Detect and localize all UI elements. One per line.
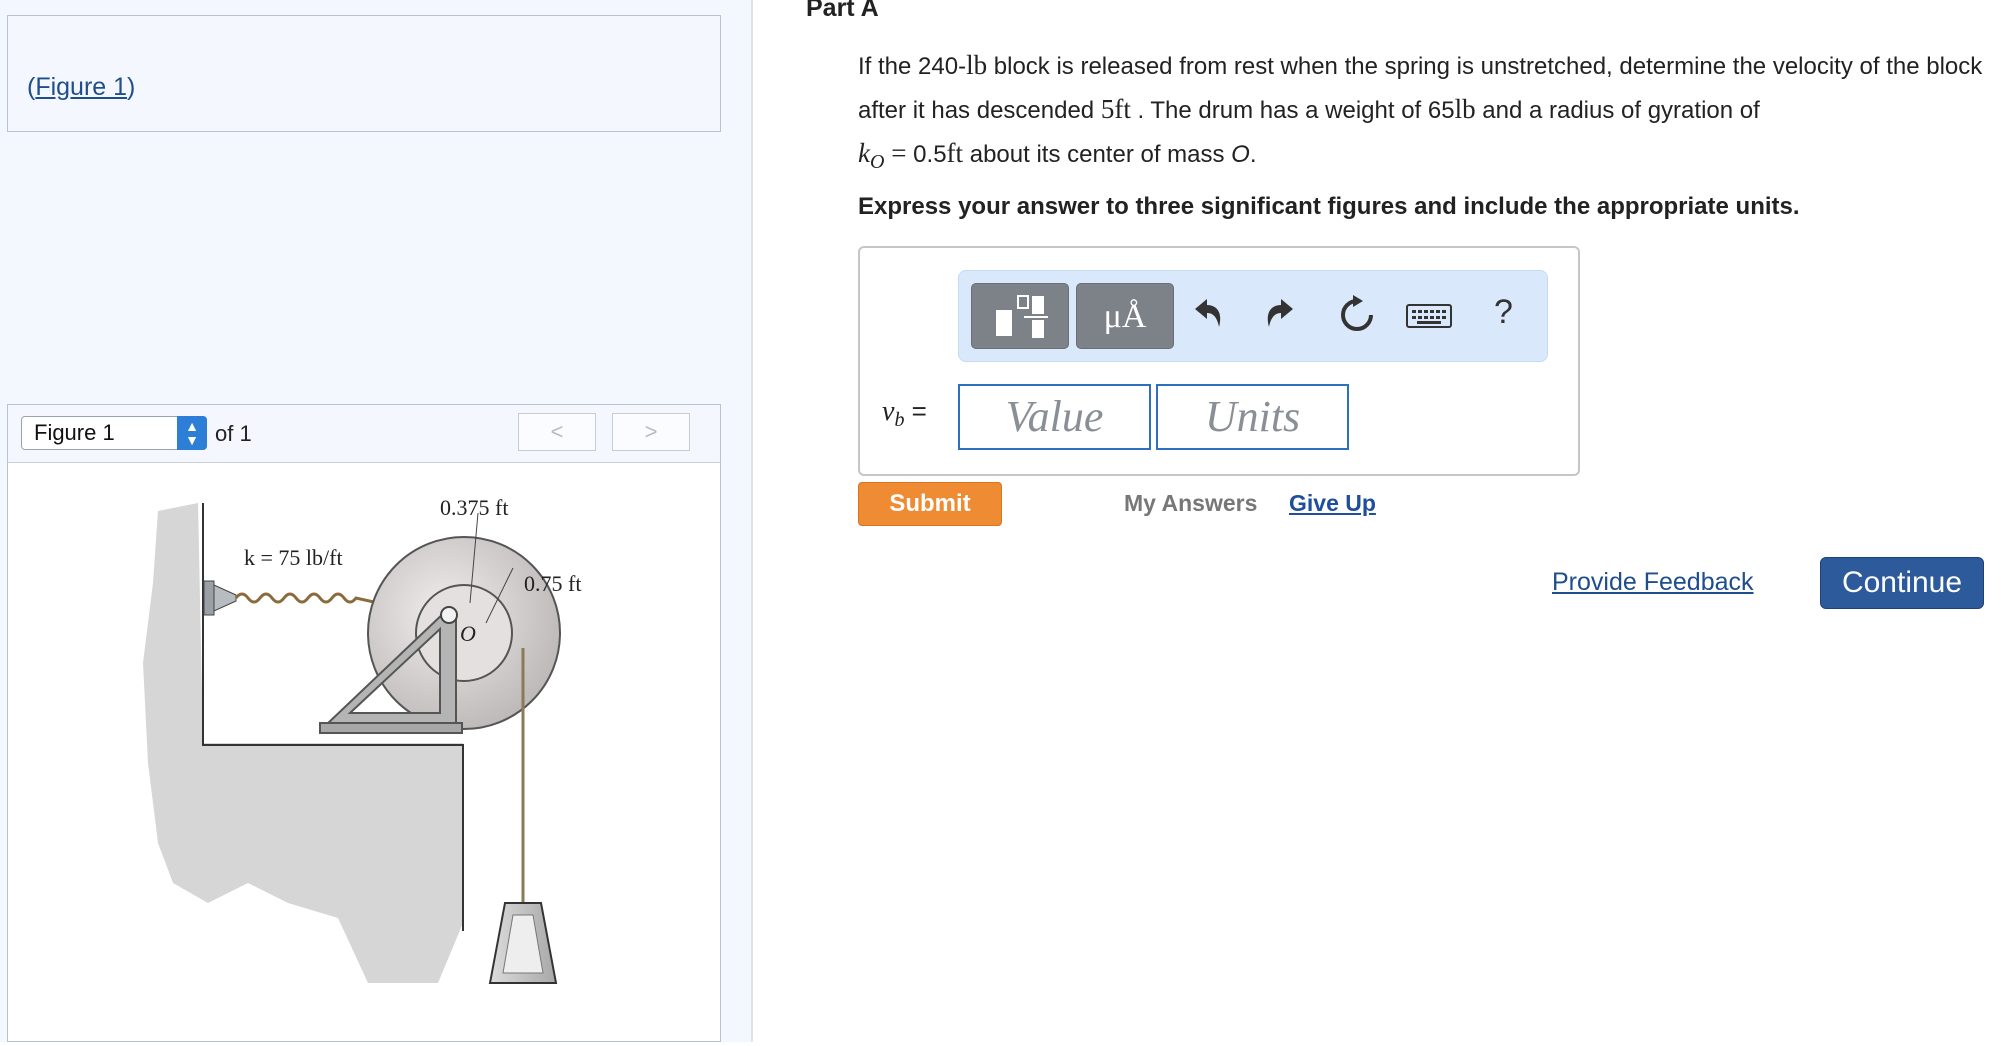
part-title: Part A	[806, 0, 879, 22]
reset-icon[interactable]	[1335, 293, 1379, 337]
unit-lb-2: lb	[1454, 94, 1476, 124]
support-base	[319, 722, 463, 734]
keyboard-icon[interactable]	[1405, 301, 1455, 331]
answer-variable: v	[882, 396, 895, 427]
k-symbol: k	[858, 138, 870, 168]
answer-variable-subscript: b	[894, 409, 905, 432]
equals-sign: =	[884, 138, 914, 168]
next-figure-button[interactable]: >	[612, 413, 690, 451]
prev-figure-button[interactable]: <	[518, 413, 596, 451]
templates-button[interactable]	[971, 283, 1069, 349]
my-answers-link[interactable]: My Answers	[1124, 490, 1257, 517]
inner-radius-label: 0.375 ft	[440, 495, 508, 520]
instruction: Express your answer to three significant…	[858, 193, 1800, 220]
unit-distance: 5ft	[1100, 94, 1131, 124]
units-symbols-button[interactable]: μÅ	[1076, 283, 1174, 349]
chevron-left-icon: <	[550, 419, 564, 444]
math-toolbar: μÅ ?	[958, 270, 1548, 362]
units-input[interactable]: Units	[1156, 384, 1349, 450]
center-label: O	[460, 621, 476, 646]
outer-radius-label: 0.75 ft	[524, 571, 581, 596]
radius-gyration-value: 0.5	[913, 141, 947, 168]
pin	[440, 606, 458, 624]
answer-equals: =	[904, 396, 927, 426]
chevron-right-icon: >	[644, 419, 658, 444]
problem-text-7: .	[1249, 141, 1257, 168]
unit-lb-1: lb	[966, 50, 988, 80]
drum-spring-diagram: k = 75 lb/ft 0.375 ft 0.75 ft O	[143, 495, 581, 984]
answer-box: μÅ ? vb = Value Units	[858, 246, 1580, 476]
k-subscript: O	[869, 150, 885, 173]
figure-select[interactable]: Figure 1 ▲ ▼	[21, 416, 207, 450]
panel-divider	[751, 0, 753, 1042]
undo-icon[interactable]	[1185, 293, 1229, 337]
fraction-template-icon	[996, 295, 1048, 338]
redo-icon[interactable]	[1259, 293, 1303, 337]
figure-select-value: Figure 1	[34, 420, 115, 445]
figure-count: of 1	[215, 421, 252, 446]
continue-button[interactable]: Continue	[1820, 557, 1984, 609]
figure-toolbar: Figure 1 ▲ ▼ of 1 < >	[7, 404, 721, 462]
problem-text-3: . The drum has a weight of 65	[1130, 97, 1455, 124]
problem-text-1: If the 240-	[858, 53, 967, 80]
select-arrows-icon: ▲ ▼	[177, 416, 207, 450]
problem-statement: If the 240-lb block is released from res…	[858, 44, 1988, 183]
provide-feedback-link[interactable]: Provide Feedback	[1552, 568, 1754, 597]
answer-variable-label: vb =	[882, 396, 927, 432]
value-input[interactable]: Value	[958, 384, 1151, 450]
give-up-link[interactable]: Give Up	[1289, 490, 1376, 517]
help-button[interactable]: ?	[1494, 293, 1513, 332]
figure-link[interactable]: Figure 1	[35, 73, 127, 101]
submit-button[interactable]: Submit	[858, 482, 1002, 526]
figure-link-line: (Figure 1)	[27, 73, 135, 102]
figure-area: k = 75 lb/ft 0.375 ft 0.75 ft O	[7, 462, 721, 1042]
problem-text-6: about its center of mass	[963, 141, 1232, 168]
close-paren: )	[127, 73, 136, 101]
spring-anchor	[203, 580, 215, 616]
o-symbol: O	[1231, 141, 1250, 168]
unit-ft: ft	[946, 138, 964, 168]
problem-text-4: and a radius of gyration of	[1475, 97, 1760, 124]
spring-label: k = 75 lb/ft	[244, 545, 343, 570]
